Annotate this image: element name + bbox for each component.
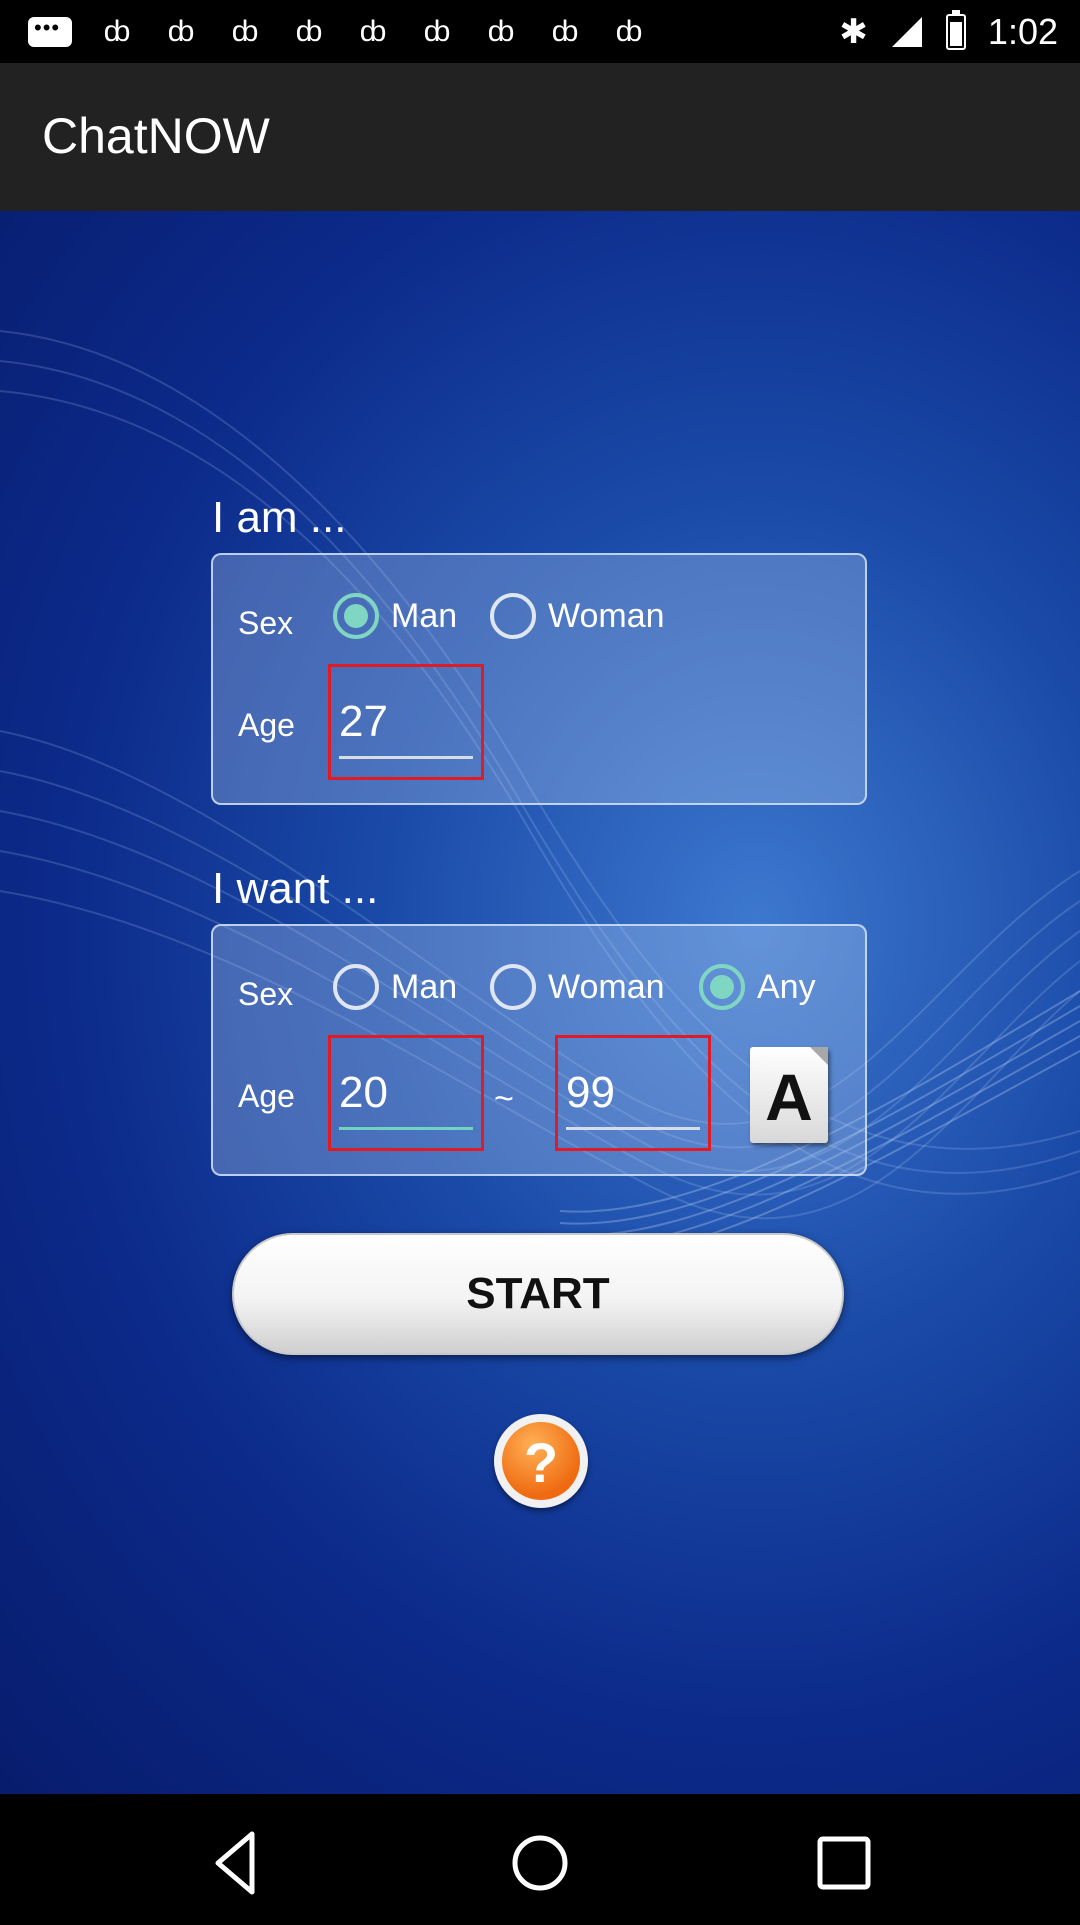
radio-woman-label: Woman (548, 596, 665, 635)
i-am-panel: Sex Man Woman Age 27 (211, 553, 867, 805)
i-am-heading: I am ... (212, 493, 347, 542)
radio-want-man[interactable]: Man (333, 964, 457, 1010)
navigation-bar (0, 1794, 1080, 1920)
i-want-panel: Sex Man Woman Any Age 20 ~ 99 A (211, 924, 867, 1176)
app-notification-icon: ȸ (359, 15, 387, 48)
sex-label: Sex (238, 976, 294, 1012)
app-notification-icon: ȸ (103, 15, 131, 48)
age-input-underline (339, 756, 473, 759)
question-mark-icon: ? (523, 1431, 559, 1494)
message-icon (28, 15, 72, 47)
radio-want-any-selected-icon (699, 964, 745, 1010)
main-content: I am ... Sex Man Woman Age 27 I want ...… (0, 211, 1080, 1794)
radio-want-man-label: Man (391, 967, 458, 1006)
app-notification-icon: ȸ (423, 15, 451, 48)
app-notification-icon: ȸ (487, 15, 515, 48)
age-label: Age (238, 1078, 295, 1114)
age-label: Age (238, 707, 295, 743)
age-max-input[interactable]: 99 (555, 1035, 711, 1151)
back-icon[interactable] (215, 1831, 255, 1895)
age-max-underline (566, 1127, 700, 1130)
i-want-heading: I want ... (212, 864, 379, 913)
app-notification-icon: ȸ (615, 15, 643, 48)
radio-man[interactable]: Man (333, 593, 457, 639)
radio-want-any[interactable]: Any (699, 964, 816, 1010)
recents-icon[interactable] (817, 1836, 871, 1890)
age-input[interactable]: 27 (328, 664, 484, 780)
battery-icon (945, 10, 966, 50)
bluetooth-icon: ✱ (839, 13, 868, 51)
home-icon[interactable] (512, 1835, 568, 1891)
radio-woman-icon (490, 593, 536, 639)
status-time: 1:02 (987, 11, 1058, 52)
font-size-icon[interactable]: A (750, 1047, 828, 1143)
start-button[interactable]: START (232, 1233, 844, 1355)
app-notification-icon: ȸ (167, 15, 195, 48)
app-bar: ChatNOW (0, 63, 1080, 211)
app-notification-icon: ȸ (551, 15, 579, 48)
age-min-underline (339, 1127, 473, 1130)
radio-woman[interactable]: Woman (490, 593, 665, 639)
app-notification-icon: ȸ (295, 15, 323, 48)
radio-want-man-icon (333, 964, 379, 1010)
radio-man-selected-icon (333, 593, 379, 639)
age-value: 27 (339, 697, 388, 746)
age-min-input[interactable]: 20 (328, 1035, 484, 1151)
font-size-icon-letter: A (765, 1060, 813, 1134)
radio-man-label: Man (391, 596, 458, 635)
radio-want-woman-label: Woman (548, 967, 665, 1006)
radio-want-woman[interactable]: Woman (490, 964, 665, 1010)
nav-buttons (215, 1831, 871, 1895)
app-title: ChatNOW (42, 108, 270, 164)
radio-want-any-label: Any (757, 967, 816, 1006)
radio-want-woman-icon (490, 964, 536, 1010)
signal-icon (891, 17, 922, 47)
age-max-value: 99 (566, 1068, 615, 1117)
status-bar: ȸ ȸ ȸ ȸ ȸ ȸ ȸ ȸ ȸ ✱ 1:02 (0, 0, 1080, 63)
age-range-separator: ~ (494, 1080, 514, 1118)
app-notification-icon: ȸ (231, 15, 259, 48)
help-button[interactable]: ? (494, 1414, 588, 1508)
sex-label: Sex (238, 605, 294, 641)
age-min-value: 20 (339, 1068, 388, 1117)
